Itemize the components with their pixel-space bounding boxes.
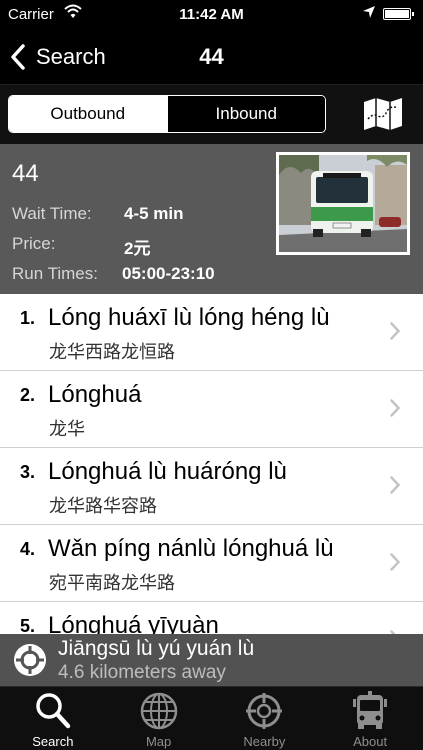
- stop-row[interactable]: 4. Wǎn píng nánlù lónghuá lù 宛平南路龙华路: [0, 525, 423, 602]
- run-times-label: Run Times:: [12, 264, 98, 283]
- bus-icon: [353, 691, 388, 729]
- run-times-value: 05:00-23:10: [122, 264, 215, 283]
- stop-chinese-name: 龙华: [49, 419, 85, 440]
- tab-map[interactable]: Map: [106, 687, 212, 750]
- segment-inbound[interactable]: Inbound: [166, 96, 325, 132]
- tab-label-map: Map: [145, 734, 172, 749]
- chevron-right-icon: [390, 399, 400, 417]
- chevron-right-icon: [390, 322, 400, 340]
- tab-label-search: Search: [32, 734, 74, 749]
- globe-icon: [140, 692, 177, 730]
- back-button-label: Search: [36, 44, 106, 69]
- price-row: Price: 2元: [12, 234, 150, 258]
- stop-chinese-name: 龙华路华容路: [49, 496, 157, 517]
- stop-row[interactable]: 3. Lónghuá lù huáróng lù 龙华路华容路: [0, 448, 423, 525]
- tab-bar: Search Map Nearby About: [0, 686, 423, 750]
- stop-number: 2.: [20, 385, 36, 405]
- run-times-row: Run Times: 05:00-23:10: [12, 264, 215, 284]
- price-label: Price:: [12, 234, 56, 253]
- stop-chinese-name: 宛平南路龙华路: [49, 573, 175, 594]
- nearby-stop-distance: 4.6 kilometers away: [58, 662, 226, 683]
- map-icon[interactable]: [362, 97, 404, 131]
- nearby-stop-bar[interactable]: Jiāngsū lù yú yuán lù 4.6 kilometers awa…: [0, 634, 423, 686]
- battery-icon: [383, 8, 414, 20]
- tab-search[interactable]: Search: [0, 687, 106, 750]
- stop-chinese-name: 龙华西路龙恒路: [49, 342, 175, 363]
- nearby-stop-name: Jiāngsū lù yú yuán lù: [58, 637, 255, 660]
- stop-row[interactable]: 1. Lóng huáxī lù lóng héng lù 龙华西路龙恒路: [0, 294, 423, 371]
- wait-time-row: Wait Time: 4-5 min: [12, 204, 184, 224]
- wait-time-value: 4-5 min: [124, 204, 184, 223]
- stop-list: 1. Lóng huáxī lù lóng héng lù 龙华西路龙恒路 2.…: [0, 294, 423, 634]
- direction-segmented-control: Outbound Inbound: [8, 95, 326, 133]
- segment-outbound[interactable]: Outbound: [9, 96, 167, 132]
- route-number: 44: [12, 160, 39, 187]
- chevron-right-icon: [390, 476, 400, 494]
- stop-number: 1.: [20, 308, 36, 328]
- bus-photo-image: [279, 155, 407, 252]
- stop-name: Lóng huáxī lù lóng héng lù: [48, 304, 330, 331]
- tab-about[interactable]: About: [317, 687, 423, 750]
- status-bar: Carrier 11:42 AM: [0, 0, 423, 30]
- stop-row[interactable]: 2. Lónghuá 龙华: [0, 371, 423, 448]
- tab-nearby[interactable]: Nearby: [212, 687, 318, 750]
- route-info-panel: 44 Wait Time: 4-5 min Price: 2元 Run Time…: [0, 144, 423, 294]
- stop-name: Lónghuá: [48, 381, 142, 408]
- clock: 11:42 AM: [179, 6, 244, 23]
- crosshair-icon: [14, 644, 46, 676]
- stop-number: 5.: [20, 616, 36, 634]
- search-icon: [36, 693, 71, 729]
- wait-time-label: Wait Time:: [12, 204, 92, 223]
- tab-label-nearby: Nearby: [243, 734, 286, 749]
- stop-name: Lónghuá lù huáróng lù: [48, 458, 287, 485]
- chevron-left-icon: [11, 44, 25, 70]
- price-value: 2元: [124, 239, 151, 258]
- target-icon: [246, 693, 283, 729]
- navigation-bar: Search 44: [0, 30, 423, 84]
- chevron-right-icon: [390, 553, 400, 571]
- back-button[interactable]: Search: [10, 40, 106, 74]
- location-arrow-icon: [363, 6, 375, 18]
- stop-number: 4.: [20, 539, 36, 559]
- stop-row[interactable]: 5. Lónghuá yīyuàn: [0, 602, 423, 634]
- stop-name: Lónghuá yīyuàn: [48, 612, 219, 634]
- stop-name: Wǎn píng nánlù lónghuá lù: [48, 535, 334, 562]
- bus-photo[interactable]: [276, 152, 410, 255]
- direction-toolbar: Outbound Inbound: [0, 84, 423, 144]
- stop-number: 3.: [20, 462, 36, 482]
- tab-label-about: About: [353, 734, 388, 749]
